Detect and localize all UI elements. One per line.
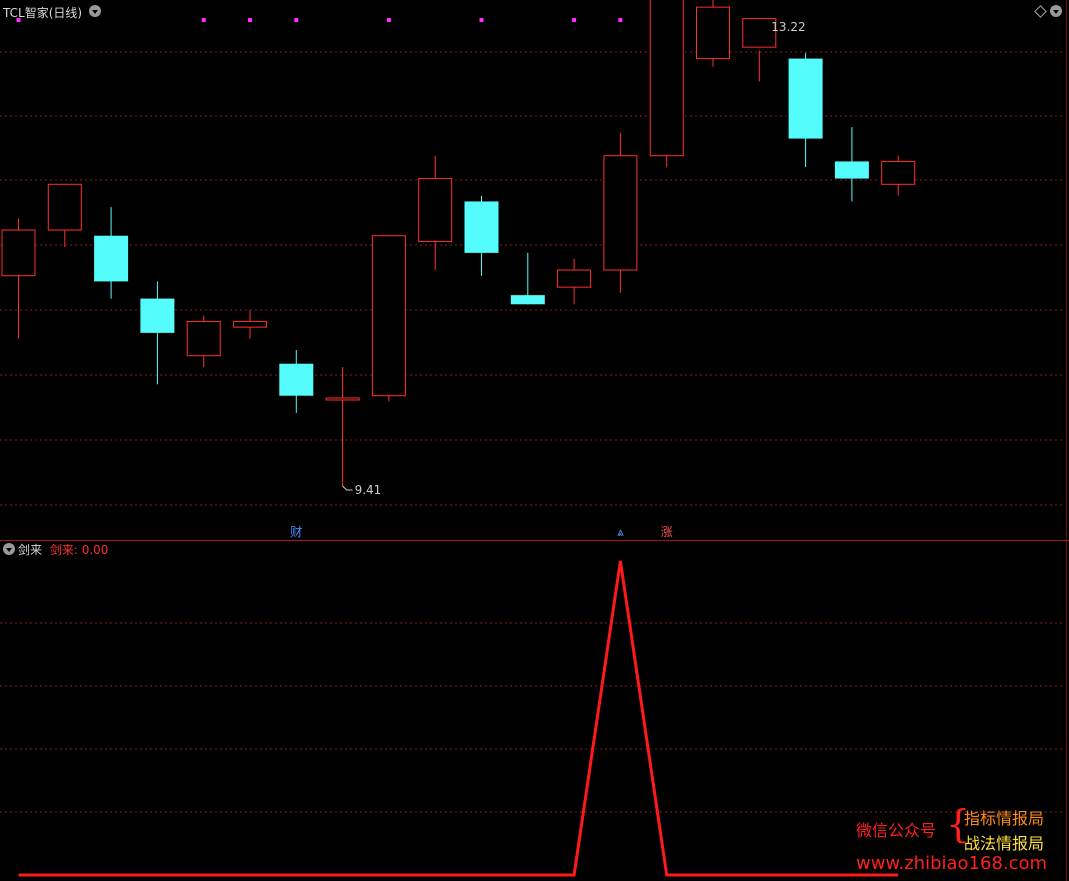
candle-body (696, 6, 730, 60)
candle (510, 252, 545, 305)
signal-marker: 财 (290, 525, 302, 539)
candle-body (418, 178, 453, 242)
watermark-line2: 战法情报局 (964, 834, 1045, 853)
indicator-name: 剑来 (18, 543, 43, 557)
candle-body (140, 298, 175, 333)
candle (1, 218, 36, 339)
candle-body (279, 363, 314, 396)
signal-dot (386, 18, 391, 22)
candle-body (881, 160, 916, 185)
signal-dot (479, 18, 484, 22)
candle-body (1, 229, 36, 277)
signal-dot (201, 18, 206, 22)
candle (834, 127, 869, 202)
candle (464, 195, 499, 276)
watermark: 微信公众号 { 指标情报局 战法情报局 www.zhibiao168.com (856, 802, 1064, 878)
main-chart-menu-icon[interactable] (89, 5, 101, 17)
candle-body (94, 235, 129, 282)
signal-dot (572, 18, 577, 22)
candle (881, 155, 916, 196)
candle (233, 310, 267, 339)
candle-body (510, 295, 545, 305)
signal-marker: 涨 (661, 524, 673, 539)
right-border (1066, 0, 1067, 881)
indicator-title: 剑来 剑来: 0.00 (18, 541, 108, 558)
candle-body (464, 201, 499, 253)
high-price-label: 13.22 (771, 20, 805, 34)
signal-dot (294, 18, 299, 22)
candle (418, 155, 453, 270)
candle-body (186, 320, 221, 357)
watermark-wechat: 微信公众号 (856, 821, 937, 840)
candle-body (834, 161, 869, 179)
candle-body (371, 235, 406, 397)
candle (47, 183, 82, 248)
candle-body (47, 183, 82, 231)
candle-body (233, 320, 267, 328)
candle-body (649, 0, 684, 157)
candle (140, 281, 175, 385)
candle (788, 52, 823, 168)
chevron-down-icon[interactable] (1050, 5, 1062, 17)
candle (325, 367, 360, 486)
candle-body (325, 397, 360, 401)
indicator-menu-icon[interactable] (3, 543, 15, 555)
stock-title: TCL智家(日线) (3, 6, 83, 20)
candle (94, 207, 129, 299)
signal-marker: ⩓ (617, 525, 624, 539)
low-pointer (342, 485, 353, 491)
watermark-line1: 指标情报局 (964, 809, 1045, 828)
candle (649, 0, 684, 168)
candle (603, 132, 638, 293)
candle-body (557, 269, 592, 288)
candle-body (788, 58, 823, 139)
candle-body (603, 155, 638, 271)
candle (186, 315, 221, 368)
candle (279, 350, 314, 413)
signal-dot (248, 18, 252, 22)
main-chart-panel[interactable]: 13.22 9.41 财 ⩓ 涨 TCL智家(日线) (0, 0, 1069, 540)
candle (696, 0, 730, 67)
signal-dot (618, 18, 623, 22)
indicator-value: 剑来: 0.00 (49, 543, 109, 557)
candlestick-chart[interactable]: 13.22 9.41 财 ⩓ 涨 (0, 0, 1069, 540)
main-chart-title: TCL智家(日线) (3, 4, 82, 21)
watermark-url: www.zhibiao168.com (856, 853, 1048, 874)
candle (557, 258, 592, 305)
indicator-line (18, 560, 899, 877)
candle (371, 235, 406, 402)
low-price-label: 9.41 (355, 483, 382, 497)
